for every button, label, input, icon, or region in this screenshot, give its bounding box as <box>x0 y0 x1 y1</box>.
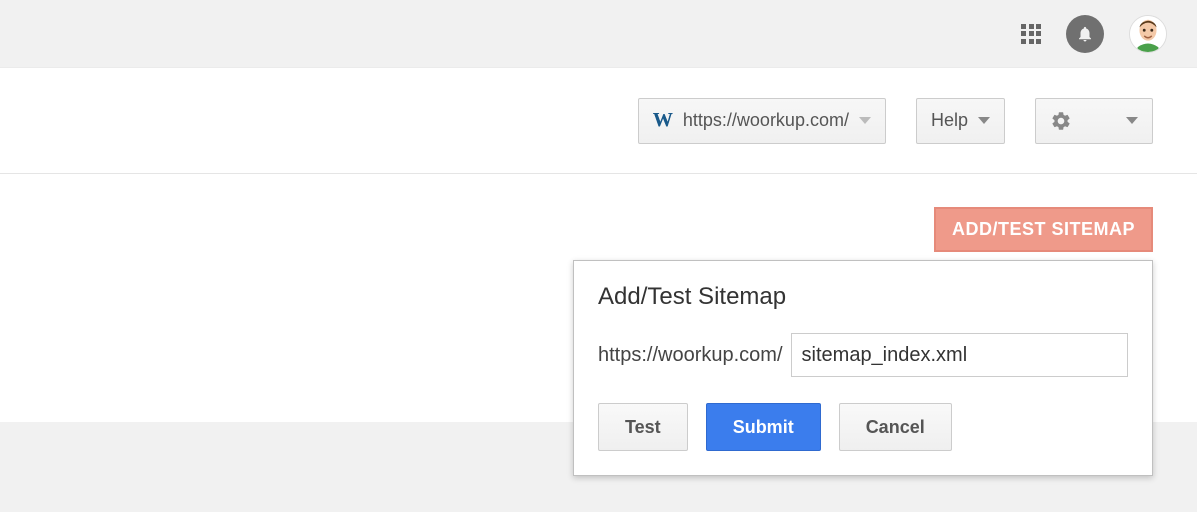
add-test-sitemap-label: ADD/TEST SITEMAP <box>952 219 1135 239</box>
submit-button[interactable]: Submit <box>706 403 821 451</box>
site-url: https://woorkup.com/ <box>683 110 849 131</box>
avatar-image <box>1130 15 1166 53</box>
apps-grid-icon[interactable] <box>1021 24 1041 44</box>
cancel-label: Cancel <box>866 417 925 437</box>
sitemap-url-row: https://woorkup.com/ <box>598 333 1128 377</box>
user-avatar[interactable] <box>1129 15 1167 53</box>
app-header <box>0 0 1197 67</box>
test-button[interactable]: Test <box>598 403 688 451</box>
popup-actions: Test Submit Cancel <box>598 403 1128 451</box>
popup-title: Add/Test Sitemap <box>598 283 1128 311</box>
bell-icon <box>1076 25 1094 43</box>
help-button[interactable]: Help <box>916 98 1005 144</box>
cancel-button[interactable]: Cancel <box>839 403 952 451</box>
settings-button[interactable] <box>1035 98 1153 144</box>
help-label: Help <box>931 110 968 131</box>
submit-label: Submit <box>733 417 794 437</box>
site-favicon-icon: W <box>653 109 673 132</box>
gear-icon <box>1050 110 1072 132</box>
property-toolbar: W https://woorkup.com/ Help <box>0 67 1197 173</box>
chevron-down-icon <box>978 117 990 124</box>
test-label: Test <box>625 417 661 437</box>
url-prefix: https://woorkup.com/ <box>598 344 783 367</box>
sitemap-path-input[interactable] <box>791 333 1128 377</box>
chevron-down-icon <box>1126 117 1138 124</box>
notifications-button[interactable] <box>1066 15 1104 53</box>
add-test-sitemap-popup: Add/Test Sitemap https://woorkup.com/ Te… <box>573 260 1153 476</box>
chevron-down-icon <box>859 117 871 124</box>
add-test-sitemap-button[interactable]: ADD/TEST SITEMAP <box>934 207 1153 252</box>
site-selector[interactable]: W https://woorkup.com/ <box>638 98 886 144</box>
